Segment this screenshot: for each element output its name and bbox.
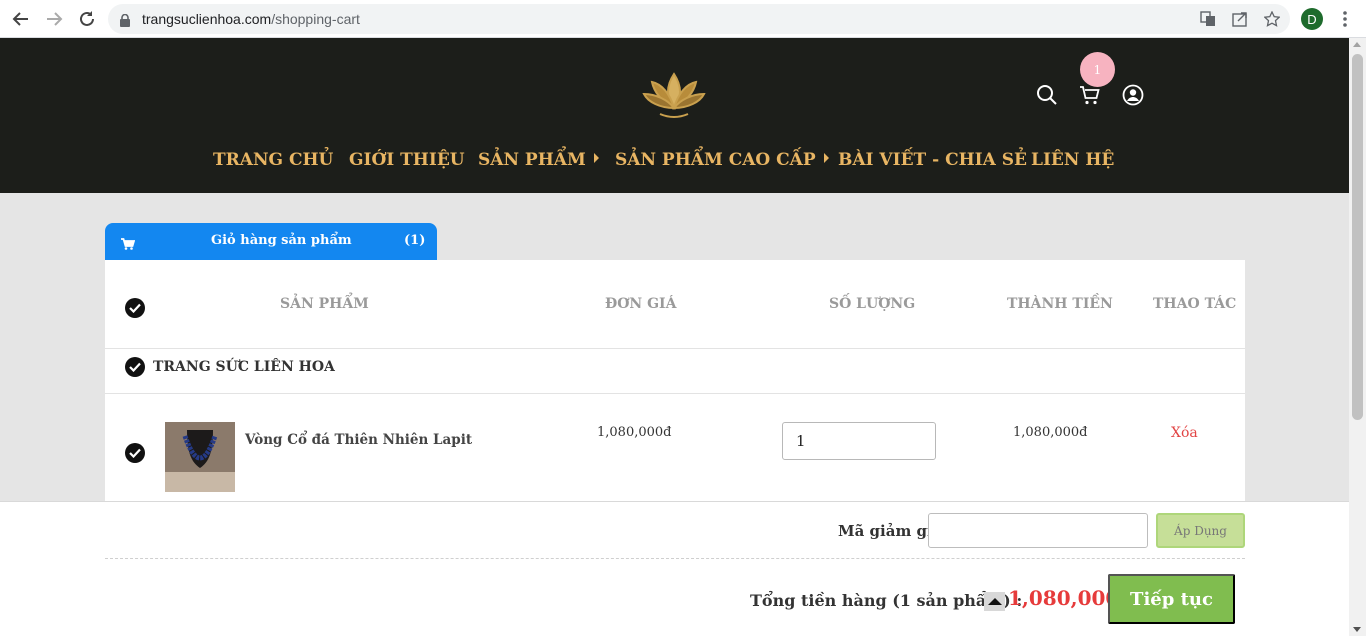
delete-item-link[interactable]: Xóa <box>1171 425 1198 441</box>
cart-table: SẢN PHẨM ĐƠN GIÁ SỐ LƯỢNG THÀNH TIỀN THA… <box>105 260 1245 501</box>
translate-icon[interactable] <box>1198 9 1218 29</box>
divider <box>105 393 1245 394</box>
select-all-checkbox[interactable] <box>125 298 145 318</box>
unit-price: 1,080,000đ <box>597 425 672 440</box>
back-icon[interactable] <box>9 7 33 31</box>
column-header-action: THAO TÁC <box>1153 296 1237 312</box>
column-header-subtotal: THÀNH TIỀN <box>1007 296 1113 312</box>
expand-summary-button[interactable] <box>984 592 1005 611</box>
url-text: trangsuclienhoa.com/shopping-cart <box>142 11 360 27</box>
nav-item-premium-label: SẢN PHẨM CAO CẤP <box>615 150 816 170</box>
cart-count-badge[interactable]: 1 <box>1080 52 1115 87</box>
lotus-logo[interactable] <box>640 68 708 126</box>
coupon-input[interactable] <box>928 513 1148 548</box>
product-thumbnail[interactable] <box>165 422 235 492</box>
forward-icon[interactable] <box>42 7 66 31</box>
apply-coupon-button[interactable]: Áp Dụng <box>1156 513 1245 548</box>
item-checkbox[interactable] <box>125 443 145 463</box>
shop-name: TRANG SỨC LIÊN HOA <box>153 359 335 375</box>
user-icon[interactable] <box>1121 83 1145 107</box>
menu-icon[interactable] <box>1335 9 1355 29</box>
shop-checkbox[interactable] <box>125 357 145 377</box>
column-header-product: SẢN PHẨM <box>280 296 369 312</box>
checkout-bar: Mã giảm giá Áp Dụng Tổng tiền hàng (1 sả… <box>0 501 1349 636</box>
dashed-divider <box>105 558 1245 559</box>
continue-button[interactable]: Tiếp tục <box>1108 574 1235 624</box>
cart-tab-count: (1) <box>404 233 426 248</box>
nav-item-products-label: SẢN PHẨM <box>478 150 586 170</box>
page-scrollbar[interactable] <box>1349 38 1366 636</box>
nav-item-home[interactable]: TRANG CHỦ <box>213 150 333 170</box>
cart-icon <box>121 235 136 254</box>
share-icon[interactable] <box>1230 9 1250 29</box>
nav-item-premium-products[interactable]: SẢN PHẨM CAO CẤP <box>615 150 829 170</box>
column-header-unit-price: ĐƠN GIÁ <box>605 296 677 312</box>
star-icon[interactable] <box>1262 9 1282 29</box>
coupon-label: Mã giảm giá <box>838 522 943 540</box>
site-header: 1 TRANG CHỦ GIỚI THIỆU SẢN PHẨM SẢN PHẨM… <box>0 38 1349 193</box>
caret-right-icon <box>593 153 599 163</box>
lock-icon <box>120 12 130 31</box>
nav-item-contact[interactable]: LIÊN HỆ <box>1031 150 1114 170</box>
caret-right-icon <box>823 153 829 163</box>
quantity-input[interactable] <box>782 422 936 460</box>
reload-icon[interactable] <box>75 7 99 31</box>
profile-avatar[interactable]: D <box>1301 8 1323 30</box>
profile-initial: D <box>1307 11 1317 27</box>
scrollbar-thumb[interactable] <box>1352 54 1363 420</box>
scroll-up-icon[interactable] <box>1353 42 1361 47</box>
nav-item-products[interactable]: SẢN PHẨM <box>478 150 599 170</box>
scroll-down-icon[interactable] <box>1353 627 1361 632</box>
cart-tab[interactable]: Giỏ hàng sản phẩm (1) <box>105 223 437 260</box>
product-name[interactable]: Vòng Cổ đá Thiên Nhiên Lapit <box>245 432 472 448</box>
divider <box>105 348 1245 349</box>
nav-item-blog[interactable]: BÀI VIẾT - CHIA SẺ <box>838 150 1027 170</box>
address-bar[interactable]: trangsuclienhoa.com/shopping-cart <box>108 4 1290 34</box>
browser-toolbar: trangsuclienhoa.com/shopping-cart D <box>0 0 1366 38</box>
main-nav: TRANG CHỦ GIỚI THIỆU SẢN PHẨM SẢN PHẨM C… <box>0 150 1349 178</box>
cart-tab-label: Giỏ hàng sản phẩm <box>211 233 352 248</box>
item-subtotal: 1,080,000đ <box>1013 425 1088 440</box>
nav-item-about[interactable]: GIỚI THIỆU <box>349 150 465 170</box>
search-icon[interactable] <box>1035 83 1059 107</box>
total-value: 1,080,000đ <box>1008 586 1108 610</box>
total-label: Tổng tiền hàng (1 sản phẩm) : <box>750 591 1023 610</box>
column-header-quantity: SỐ LƯỢNG <box>829 296 916 312</box>
cart-icon[interactable] <box>1078 83 1102 107</box>
caret-up-icon <box>987 598 1002 605</box>
